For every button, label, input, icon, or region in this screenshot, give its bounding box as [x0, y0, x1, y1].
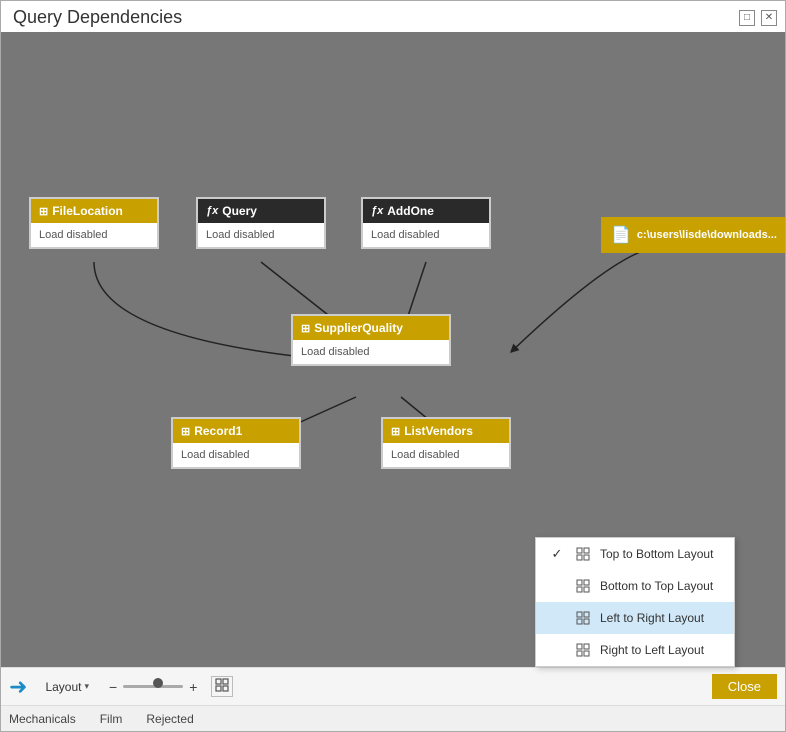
node-supplier-quality[interactable]: ⊞ SupplierQuality Load disabled: [291, 314, 451, 366]
tab-film[interactable]: Film: [100, 712, 123, 726]
file-icon: 📄: [611, 225, 631, 245]
close-button[interactable]: Close: [712, 674, 777, 699]
node-label: FileLocation: [52, 204, 123, 218]
bottom-toolbar: ➜ Layout ▾ − + Close: [1, 667, 785, 705]
node-file-path[interactable]: 📄 c:\users\lisde\downloads...: [601, 217, 785, 253]
node-label: SupplierQuality: [314, 321, 403, 335]
node-label: AddOne: [387, 204, 434, 218]
node-status: Load disabled: [198, 223, 324, 247]
arrow-indicator: ➜: [9, 674, 27, 700]
check-icon-empty: [548, 641, 566, 659]
window-controls: □ ✕: [739, 10, 777, 26]
layout-item-label: Top to Bottom Layout: [600, 547, 713, 561]
layout-grid-icon: [574, 609, 592, 627]
layout-dropdown: ✓ Top to Bottom Layout: [535, 537, 735, 667]
node-status: Load disabled: [31, 223, 157, 247]
layout-item-label: Right to Left Layout: [600, 643, 704, 657]
layout-left-right[interactable]: Left to Right Layout: [536, 602, 734, 634]
minimize-button[interactable]: □: [739, 10, 755, 26]
tab-rejected[interactable]: Rejected: [146, 712, 193, 726]
node-record1[interactable]: ⊞ Record1 Load disabled: [171, 417, 301, 469]
check-icon-empty: [548, 609, 566, 627]
node-label: Query: [222, 204, 257, 218]
layout-right-left[interactable]: Right to Left Layout: [536, 634, 734, 666]
function-icon: ƒx: [371, 205, 383, 217]
table-icon: ⊞: [301, 322, 310, 335]
node-add-one[interactable]: ƒx AddOne Load disabled: [361, 197, 491, 249]
layout-grid-icon: [574, 545, 592, 563]
tab-mechanicals[interactable]: Mechanicals: [9, 712, 76, 726]
node-label: Record1: [194, 424, 242, 438]
layout-item-label: Bottom to Top Layout: [600, 579, 713, 593]
table-icon: ⊞: [391, 425, 400, 438]
window-title: Query Dependencies: [13, 7, 182, 28]
layout-label: Layout: [45, 680, 81, 694]
node-list-vendors[interactable]: ⊞ ListVendors Load disabled: [381, 417, 511, 469]
layout-grid-icon: [574, 577, 592, 595]
zoom-controls: − +: [107, 679, 199, 695]
zoom-plus-button[interactable]: +: [187, 679, 199, 695]
zoom-minus-button[interactable]: −: [107, 679, 119, 695]
check-icon-empty: [548, 577, 566, 595]
close-window-button[interactable]: ✕: [761, 10, 777, 26]
table-icon: ⊞: [181, 425, 190, 438]
table-icon: ⊞: [39, 205, 48, 218]
layout-item-label: Left to Right Layout: [600, 611, 704, 625]
layout-top-bottom[interactable]: ✓ Top to Bottom Layout: [536, 538, 734, 570]
node-file-location[interactable]: ⊞ FileLocation Load disabled: [29, 197, 159, 249]
fit-to-screen-button[interactable]: [211, 676, 233, 697]
node-status: Load disabled: [363, 223, 489, 247]
tabs-row: Mechanicals Film Rejected: [1, 705, 785, 731]
node-query[interactable]: ƒx Query Load disabled: [196, 197, 326, 249]
node-label: ListVendors: [404, 424, 473, 438]
layout-grid-icon: [574, 641, 592, 659]
layout-caret: ▾: [84, 681, 89, 692]
node-status: Load disabled: [293, 340, 449, 364]
function-icon: ƒx: [206, 205, 218, 217]
node-label: c:\users\lisde\downloads...: [637, 229, 777, 241]
node-status: Load disabled: [383, 443, 509, 467]
check-icon: ✓: [548, 545, 566, 563]
layout-button[interactable]: Layout ▾: [39, 677, 95, 697]
main-window: Query Dependencies □ ✕: [0, 0, 786, 732]
title-bar: Query Dependencies □ ✕: [1, 1, 785, 32]
layout-bottom-top[interactable]: Bottom to Top Layout: [536, 570, 734, 602]
node-status: Load disabled: [173, 443, 299, 467]
